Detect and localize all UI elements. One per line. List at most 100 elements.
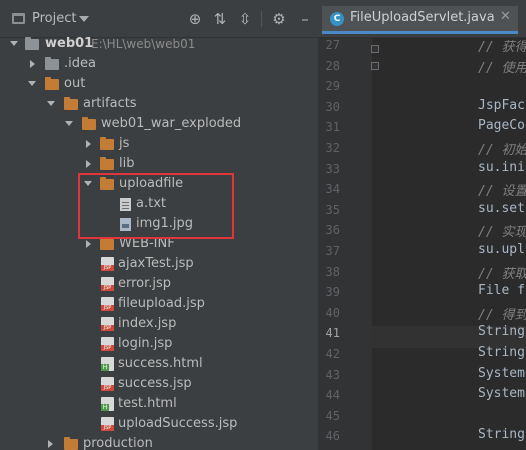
line-number: 32 <box>325 141 340 155</box>
html-file-icon <box>101 397 114 411</box>
tree-item-idea[interactable]: .idea <box>0 54 318 74</box>
tree-item-label: web01 <box>45 36 94 51</box>
code-line[interactable]: // 设置 <box>478 180 526 199</box>
highlight-annotation-box <box>78 173 234 239</box>
code-line[interactable]: PageCo <box>478 118 525 133</box>
java-class-icon: C <box>330 12 344 26</box>
fold-marker-icon[interactable] <box>371 62 379 70</box>
line-number: 46 <box>325 429 340 443</box>
tree-item-ajaxtest-jsp[interactable]: ajaxTest.jsp <box>0 254 318 274</box>
tab-fileuploadservlet[interactable]: C FileUploadServlet.java ✕ <box>322 6 518 34</box>
tree-item-index-jsp[interactable]: index.jsp <box>0 314 318 334</box>
code-line[interactable]: String <box>478 427 525 442</box>
jsp-file-icon <box>101 277 114 291</box>
code-line[interactable]: JspFac <box>478 98 525 113</box>
line-number: 31 <box>325 120 340 134</box>
chevron-right-icon[interactable] <box>86 140 91 148</box>
jsp-file-icon <box>101 297 114 311</box>
tree-item-test-html[interactable]: test.html <box>0 394 318 414</box>
tree-item-production[interactable]: production <box>0 434 318 450</box>
project-panel: Project ⊕ ⇅ ⇳ ⚙ – web01 E:\HL\web\web01 … <box>0 0 318 450</box>
chevron-right-icon[interactable] <box>30 60 35 68</box>
tree-item-label: .idea <box>64 56 96 71</box>
chevron-down-icon[interactable] <box>10 41 18 46</box>
line-number: 41 <box>325 326 340 340</box>
tree-item-label: fileupload.jsp <box>118 296 205 311</box>
line-number: 27 <box>325 38 340 52</box>
chevron-down-icon[interactable] <box>65 121 73 126</box>
tree-item-fileupload-jsp[interactable]: fileupload.jsp <box>0 294 318 314</box>
tree-item-label: production <box>83 436 153 450</box>
line-number: 38 <box>325 265 340 279</box>
line-number: 28 <box>325 59 340 73</box>
code-line[interactable]: String <box>478 345 525 360</box>
tree-item-login-jsp[interactable]: login.jsp <box>0 334 318 354</box>
line-number: 44 <box>325 388 340 402</box>
line-number: 42 <box>325 347 340 361</box>
line-number: 36 <box>325 223 340 237</box>
code-editor: C FileUploadServlet.java ✕ 27 28 29 30 31 32 3… <box>318 0 526 450</box>
code-line[interactable]: String <box>478 324 525 339</box>
code-line[interactable]: su.ini <box>478 160 525 175</box>
expand-icon[interactable]: ⇳ <box>236 10 254 28</box>
code-line[interactable]: su.upl <box>478 242 525 257</box>
code-line[interactable]: // 获取 <box>478 263 526 282</box>
chevron-down-icon[interactable] <box>28 81 36 86</box>
line-number: 40 <box>325 306 340 320</box>
code-line[interactable]: System <box>478 386 525 401</box>
chevron-down-icon[interactable] <box>47 101 55 106</box>
collapse-all-icon[interactable]: ⇅ <box>211 10 229 28</box>
folder-icon <box>82 117 96 130</box>
hide-icon[interactable]: – <box>296 10 314 28</box>
code-line[interactable]: // 初始 <box>478 139 526 158</box>
tree-item-label: js <box>119 136 130 151</box>
code-line[interactable]: File f <box>478 283 525 298</box>
line-number: 45 <box>325 409 340 423</box>
fold-marker-icon[interactable] <box>371 45 379 53</box>
jsp-file-icon <box>101 417 114 431</box>
chevron-right-icon[interactable] <box>86 160 91 168</box>
tree-item-label: artifacts <box>83 96 137 111</box>
tree-item-success-jsp[interactable]: success.jsp <box>0 374 318 394</box>
html-file-icon <box>101 357 114 371</box>
chevron-down-icon[interactable] <box>79 16 89 22</box>
line-number: 29 <box>325 79 340 93</box>
line-number: 30 <box>325 100 340 114</box>
jsp-file-icon <box>101 377 114 391</box>
line-number: 34 <box>325 182 340 196</box>
tab-label: FileUploadServlet.java <box>350 10 495 25</box>
code-line[interactable]: // 使用 <box>478 57 526 76</box>
tree-item-lib[interactable]: lib <box>0 154 318 174</box>
folder-icon <box>64 437 78 450</box>
tree-item-web01[interactable]: web01 E:\HL\web\web01 <box>0 34 318 54</box>
chevron-right-icon[interactable] <box>86 240 91 248</box>
project-view-title[interactable]: Project <box>32 11 76 26</box>
code-line[interactable]: su.set <box>478 201 525 216</box>
code-line[interactable]: // 得到 <box>478 304 526 323</box>
line-number: 43 <box>325 368 340 382</box>
gear-icon[interactable]: ⚙ <box>270 10 288 28</box>
project-panel-header: Project ⊕ ⇅ ⇳ ⚙ – <box>0 0 318 38</box>
tree-item-label: out <box>64 76 86 91</box>
tree-item-artifacts[interactable]: artifacts <box>0 94 318 114</box>
target-icon[interactable]: ⊕ <box>186 10 204 28</box>
tree-item-label: error.jsp <box>118 276 172 291</box>
code-line[interactable]: System <box>478 366 525 381</box>
jsp-file-icon <box>101 317 114 331</box>
chevron-right-icon[interactable] <box>48 440 53 448</box>
folder-icon <box>100 237 114 250</box>
tree-item-success-html[interactable]: success.html <box>0 354 318 374</box>
close-icon[interactable]: ✕ <box>500 9 511 24</box>
folder-icon <box>100 157 114 170</box>
tree-item-uploadsuccess-jsp[interactable]: uploadSuccess.jsp <box>0 414 318 434</box>
tree-item-label: index.jsp <box>118 316 177 331</box>
tree-item-error-jsp[interactable]: error.jsp <box>0 274 318 294</box>
code-line[interactable]: // 获得 <box>478 36 526 55</box>
tree-item-label: success.jsp <box>118 376 192 391</box>
line-number: 33 <box>325 162 340 176</box>
code-line[interactable]: // 实现 <box>478 221 526 240</box>
jsp-file-icon <box>101 337 114 351</box>
tree-item-out[interactable]: out <box>0 74 318 94</box>
tree-item-web01-war-exploded[interactable]: web01_war_exploded <box>0 114 318 134</box>
tree-item-js[interactable]: js <box>0 134 318 154</box>
